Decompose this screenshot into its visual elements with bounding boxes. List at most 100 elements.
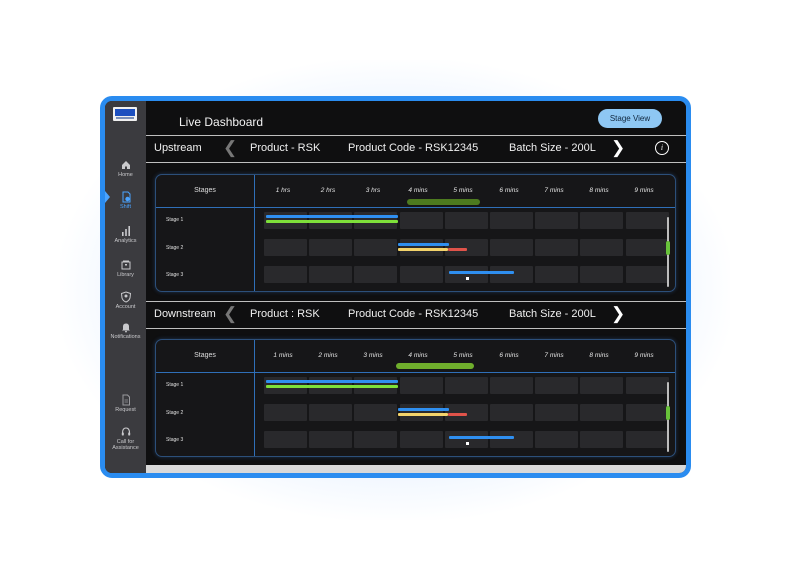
timeline-cell bbox=[490, 377, 533, 394]
sidebar-item-call-for-assistance[interactable]: Call for Assistance bbox=[105, 426, 146, 451]
timeline-cell bbox=[535, 377, 579, 394]
timeline-cell bbox=[490, 266, 533, 283]
timeline-tick: 7 mins bbox=[544, 187, 564, 194]
timeline-cell bbox=[580, 212, 624, 229]
timeline-tick: 9 mins bbox=[634, 187, 654, 194]
analytics-icon bbox=[121, 226, 130, 236]
stage-label: Stage 2 bbox=[166, 245, 184, 251]
timeline-cell bbox=[580, 239, 624, 256]
timeline-cell bbox=[264, 431, 307, 448]
stage-2-progress-bar bbox=[398, 408, 449, 411]
stage-3-marker bbox=[466, 442, 469, 445]
timeline-tick: 8 mins bbox=[589, 352, 609, 359]
chevron-left-icon[interactable]: ❮ bbox=[223, 138, 237, 158]
shift-icon bbox=[122, 191, 130, 203]
timeline-tick: 4 mins bbox=[408, 352, 428, 359]
downstream-header: Downstream ❮ Product : RSK Product Code … bbox=[146, 301, 686, 329]
sidebar-item-shift[interactable]: Shift bbox=[105, 191, 146, 210]
stage-label: Stage 1 bbox=[166, 217, 184, 223]
timeline-cell bbox=[399, 431, 443, 448]
sidebar-item-request[interactable]: Request bbox=[105, 394, 146, 413]
timeline-cell bbox=[444, 212, 488, 229]
timeline-cell bbox=[264, 266, 307, 283]
timeline-cell bbox=[490, 431, 533, 448]
timeline-tick: 3 hrs bbox=[365, 187, 381, 194]
stage-1-progress-bar bbox=[266, 380, 398, 383]
bottom-edge bbox=[146, 465, 686, 473]
timeline-cell bbox=[490, 239, 533, 256]
timeline-cell bbox=[625, 431, 669, 448]
scrollbar-thumb[interactable] bbox=[666, 241, 670, 255]
sidebar-item-library[interactable]: Library bbox=[105, 259, 146, 278]
stage-2-progress-bar bbox=[448, 248, 467, 251]
timeline-cell bbox=[444, 377, 488, 394]
timeline-tick: 5 mins bbox=[453, 352, 473, 359]
stage-3-progress-bar bbox=[449, 271, 514, 274]
timeline-cell bbox=[625, 404, 669, 421]
timeline-cell bbox=[399, 377, 443, 394]
top-bar: Live Dashboard Stage View bbox=[146, 101, 686, 135]
stages-column-header: Stages bbox=[194, 352, 216, 359]
sidebar-item-label: Home bbox=[118, 172, 133, 178]
stage-label: Stage 1 bbox=[166, 382, 184, 388]
timeline-cell bbox=[625, 212, 669, 229]
batch-size: Batch Size - 200L bbox=[509, 308, 596, 320]
stage-view-button[interactable]: Stage View bbox=[598, 109, 662, 128]
chevron-right-icon[interactable]: ❯ bbox=[611, 304, 625, 324]
stage-2-progress-bar bbox=[398, 248, 448, 251]
timeline-cell bbox=[625, 239, 669, 256]
panel-divider bbox=[254, 340, 255, 456]
stage-label: Stage 3 bbox=[166, 272, 184, 278]
timeline-cell bbox=[444, 266, 488, 283]
timeline-tick: 8 mins bbox=[589, 187, 609, 194]
home-icon bbox=[121, 161, 130, 169]
timeline-tick: 2 hrs bbox=[320, 187, 336, 194]
timeline-cell bbox=[354, 404, 398, 421]
product-code: Product Code - RSK12345 bbox=[348, 142, 479, 154]
timeline-cell bbox=[309, 266, 353, 283]
timeline-tick: 6 mins bbox=[499, 352, 519, 359]
sidebar-item-label: Shift bbox=[119, 204, 131, 210]
timeline-cell bbox=[264, 239, 307, 256]
timeline-tick: 7 mins bbox=[544, 352, 564, 359]
stage-3-progress-bar bbox=[449, 436, 514, 439]
sidebar-item-label: Analytics bbox=[114, 238, 137, 244]
sidebar-item-account[interactable]: Account bbox=[105, 291, 146, 310]
timeline-cell bbox=[580, 266, 624, 283]
library-icon bbox=[121, 260, 130, 270]
timeline-cell bbox=[625, 377, 669, 394]
panel-divider bbox=[254, 175, 255, 291]
timeline-cell bbox=[580, 431, 624, 448]
downstream-timeline-panel: Stages 1 mins 2 mins 3 mins 4 mins 5 min… bbox=[155, 339, 676, 457]
product-name: Product : RSK bbox=[250, 308, 320, 320]
upstream-header: Upstream ❮ Product - RSK Product Code - … bbox=[146, 135, 686, 163]
timeline-cell bbox=[309, 239, 353, 256]
sidebar-item-notifications[interactable]: Notifications bbox=[105, 321, 146, 340]
sidebar-item-analytics[interactable]: Analytics bbox=[105, 225, 146, 244]
headset-icon bbox=[121, 427, 130, 436]
timeline-cell bbox=[580, 404, 624, 421]
timeline-cell bbox=[535, 212, 579, 229]
current-time-highlight bbox=[407, 199, 480, 205]
timeline-tick: 1 mins bbox=[273, 352, 293, 359]
page-title: Live Dashboard bbox=[179, 115, 264, 129]
timeline-tick: 2 mins bbox=[318, 352, 338, 359]
timeline-cell bbox=[354, 239, 398, 256]
sidebar-item-label: Library bbox=[117, 272, 134, 278]
timeline-cell bbox=[535, 431, 579, 448]
timeline-cell bbox=[490, 404, 533, 421]
timeline-tick: 3 mins bbox=[363, 352, 383, 359]
timeline-cell bbox=[309, 404, 353, 421]
sidebar-item-label: Call for Assistance bbox=[112, 439, 139, 451]
chevron-left-icon[interactable]: ❮ bbox=[223, 304, 237, 324]
sidebar-item-home[interactable]: Home bbox=[105, 159, 146, 178]
timeline-cell bbox=[535, 266, 579, 283]
current-time-highlight bbox=[396, 363, 474, 369]
timeline-cell bbox=[309, 431, 353, 448]
account-icon bbox=[120, 291, 131, 303]
timeline-tick: 6 mins bbox=[499, 187, 519, 194]
chevron-right-icon[interactable]: ❯ bbox=[611, 138, 625, 158]
scrollbar-thumb[interactable] bbox=[666, 406, 670, 420]
info-icon[interactable]: i bbox=[655, 141, 669, 155]
stage-1-progress-bar bbox=[266, 385, 398, 388]
